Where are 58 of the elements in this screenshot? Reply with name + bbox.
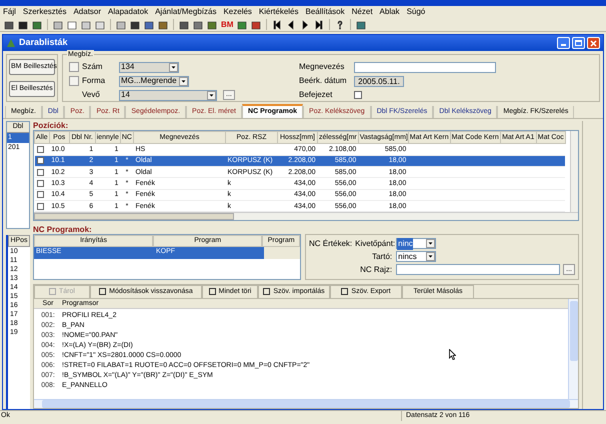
field-label: Megnevezés (299, 61, 346, 73)
input-field[interactable] (396, 264, 560, 276)
toolbar-button[interactable]: BM (221, 18, 233, 30)
section-title: NC Programok: (33, 225, 93, 234)
dropdown[interactable]: 14 (119, 90, 217, 100)
menu-item[interactable]: Alapadatok (108, 6, 148, 18)
dropdown-arrow-icon (179, 76, 188, 86)
menu-item[interactable]: Beállítások (306, 6, 345, 18)
checkbox[interactable] (36, 191, 44, 198)
field-label: NC Értékek: (309, 238, 352, 250)
checkbox[interactable] (36, 157, 44, 164)
dropdown[interactable]: 134 (119, 62, 179, 72)
field-label: Vevő (82, 89, 101, 101)
menu-item[interactable]: Ablak (380, 6, 400, 18)
help-icon[interactable] (335, 20, 345, 30)
menu-item[interactable]: Szerkesztés (22, 6, 66, 18)
dropdown[interactable]: MG...Megrende (119, 76, 189, 86)
checkbox[interactable] (36, 202, 44, 210)
horizontal-scrollbar[interactable] (34, 212, 578, 220)
menu-item[interactable]: Kezelés (223, 6, 252, 18)
dropdown-arrow-icon (169, 62, 178, 72)
menu-item[interactable]: Ajánlat/Megbízás (155, 6, 216, 18)
vertical-scrollbar[interactable] (568, 298, 578, 399)
field-label: Forma (82, 75, 106, 87)
checkbox[interactable] (36, 180, 44, 187)
dropdown-arrow-icon (207, 90, 216, 100)
date-field: 2005.05.11. (354, 76, 404, 86)
checkbox[interactable] (36, 146, 44, 153)
app-icon (6, 38, 16, 48)
dropdown[interactable]: ninc (396, 238, 436, 250)
dropdown[interactable]: nincs (396, 251, 436, 262)
vertical-scrollbar[interactable] (570, 131, 578, 212)
close-button[interactable] (587, 37, 600, 49)
field-label: Tartó: (371, 250, 394, 263)
checkbox[interactable] (36, 168, 44, 176)
last-record-icon[interactable] (314, 20, 324, 30)
first-record-icon[interactable] (272, 20, 282, 30)
close-icon (590, 40, 597, 46)
input-field[interactable] (354, 62, 496, 72)
checkbox[interactable] (354, 91, 362, 99)
field-label: Befejezet (299, 89, 334, 101)
field-label: NC Rajz: (359, 264, 394, 276)
menu-item[interactable]: Fájl (3, 6, 16, 18)
menu-item[interactable]: Súgó (406, 6, 426, 18)
window-title: Darablisták (19, 36, 68, 50)
menu-item[interactable]: Nézet (352, 6, 373, 18)
menu-item[interactable]: Adatsor (73, 6, 102, 18)
dropdown-value: ninc (397, 238, 413, 250)
field-label: Szám (82, 61, 104, 73)
field-label: Kivetőpánt: (355, 238, 394, 250)
maximize-button[interactable] (572, 37, 585, 49)
section-title: Pozíciók: (33, 121, 70, 130)
minimize-button[interactable] (557, 37, 570, 49)
mouse-pointer-icon (449, 348, 456, 360)
field-label: Beérk. dátum (299, 75, 348, 87)
dropdown-value: nincs (397, 250, 417, 263)
menu-item[interactable]: Kiértékelés (258, 6, 298, 18)
horizontal-scrollbar[interactable] (34, 399, 578, 408)
